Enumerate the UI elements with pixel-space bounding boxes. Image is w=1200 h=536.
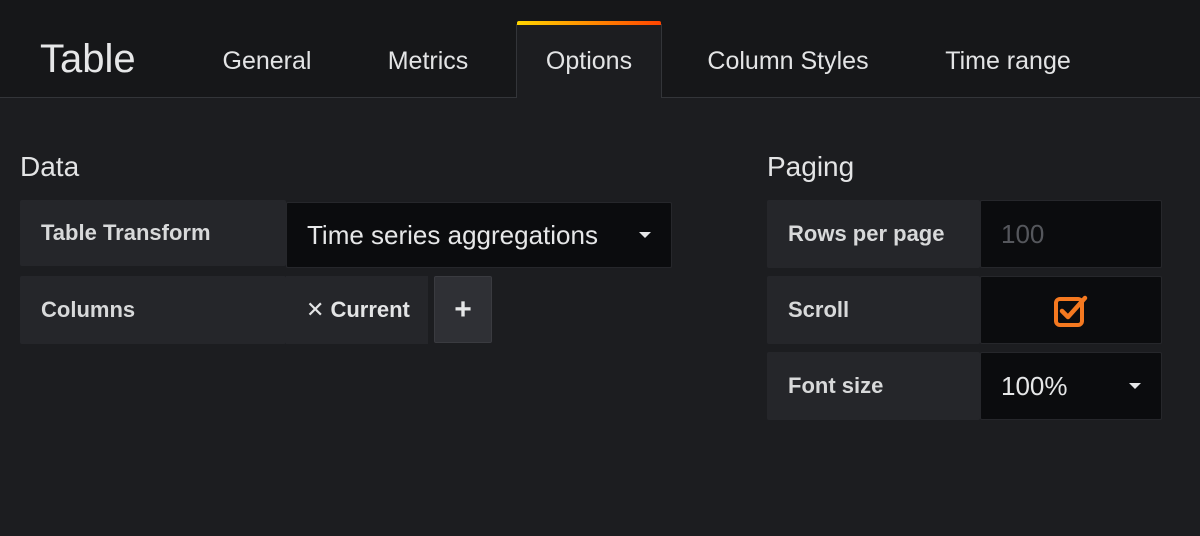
rows-per-page-label: Rows per page: [767, 200, 980, 268]
scroll-checkbox-container[interactable]: [980, 276, 1162, 344]
font-size-label: Font size: [767, 352, 980, 420]
data-section-title: Data: [20, 151, 80, 182]
active-tab-indicator: [517, 21, 661, 25]
tab-metrics[interactable]: Metrics: [362, 24, 494, 98]
tab-label: Options: [545, 47, 633, 75]
column-chip-label: Current: [330, 297, 410, 322]
rows-per-page-label-text: Rows per page: [788, 221, 945, 246]
tab-general[interactable]: General: [200, 24, 334, 98]
caret-down-icon: [1129, 383, 1141, 389]
table-transform-label: Table Transform: [20, 200, 286, 266]
checkbox-checked-icon[interactable]: [1054, 293, 1088, 327]
panel-title: Table: [40, 37, 136, 81]
table-transform-value: Time series aggregations: [307, 219, 598, 250]
scroll-label: Scroll: [767, 276, 980, 344]
options-content: Data Table Transform Time series aggrega…: [0, 98, 1200, 536]
scroll-label-text: Scroll: [788, 297, 850, 322]
tab-label: Time range: [945, 46, 1071, 75]
tab-options[interactable]: Options: [516, 21, 662, 99]
add-column-button[interactable]: +: [434, 276, 492, 343]
column-chip-current[interactable]: ✕ Current: [286, 276, 428, 344]
rows-per-page-field[interactable]: [980, 200, 1163, 268]
tab-label: Column Styles: [707, 46, 869, 75]
panel-editor-header: Table General Metrics Options Column Sty…: [0, 0, 1200, 99]
tab-column-styles[interactable]: Column Styles: [688, 24, 888, 98]
columns-label-text: Columns: [41, 297, 136, 322]
tab-label: General: [222, 46, 312, 75]
font-size-label-text: Font size: [788, 373, 884, 398]
font-size-select[interactable]: 100%: [980, 352, 1162, 420]
caret-down-icon: [639, 232, 651, 238]
columns-label: Columns: [20, 276, 286, 344]
tab-label: Metrics: [387, 46, 469, 75]
rows-per-page-input[interactable]: [981, 217, 1163, 251]
tab-time-range[interactable]: Time range: [922, 24, 1094, 98]
add-column-label: +: [454, 292, 472, 326]
paging-section-title: Paging: [767, 151, 855, 182]
table-transform-select[interactable]: Time series aggregations: [286, 202, 672, 268]
font-size-value: 100%: [1001, 370, 1068, 401]
times-icon[interactable]: ✕: [306, 297, 324, 323]
table-transform-label-text: Table Transform: [41, 220, 211, 245]
